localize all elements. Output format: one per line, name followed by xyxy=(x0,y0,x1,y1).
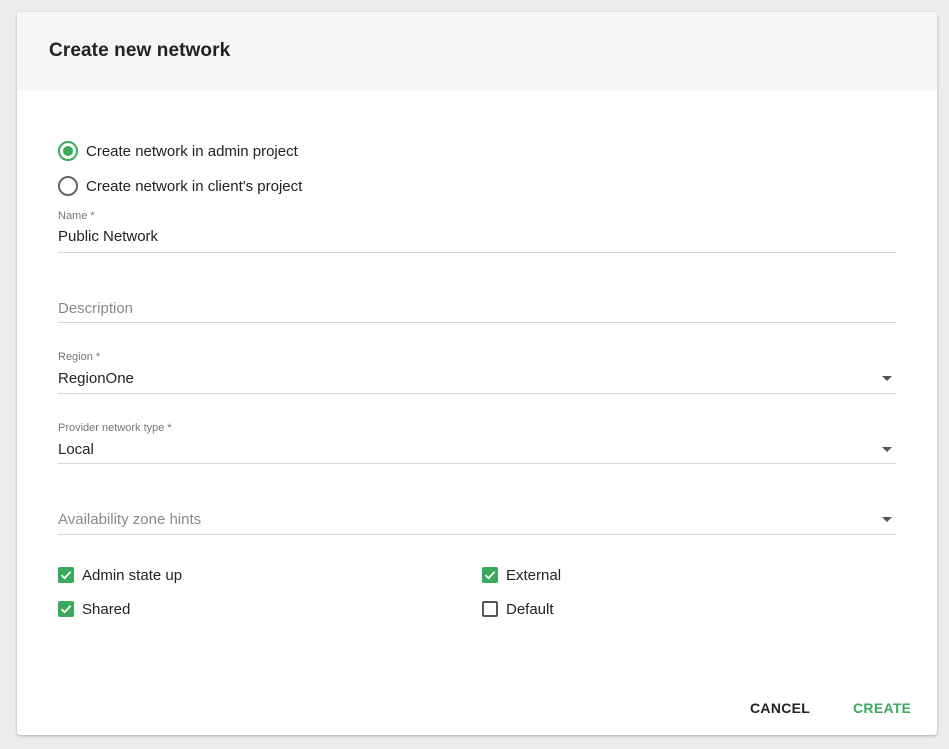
description-field[interactable]: Description xyxy=(58,292,896,323)
radio-client-project[interactable]: Create network in client's project xyxy=(58,175,302,197)
checkbox-default[interactable]: Default xyxy=(482,599,554,619)
checkmark-icon[interactable] xyxy=(58,567,74,583)
checkbox-external[interactable]: External xyxy=(482,565,561,585)
region-select[interactable]: Region * RegionOne xyxy=(58,349,896,394)
shared-label: Shared xyxy=(82,600,131,618)
radio-client-project-label: Create network in client's project xyxy=(86,177,303,195)
cancel-button[interactable]: CANCEL xyxy=(744,696,816,720)
checkbox-shared[interactable]: Shared xyxy=(58,599,130,619)
radio-dot xyxy=(63,146,73,156)
availability-zone-hints-select[interactable]: Availability zone hints xyxy=(58,503,896,535)
name-field-label: Name * xyxy=(58,210,95,222)
provider-network-type-select[interactable]: Provider network type * Local xyxy=(58,420,896,464)
provider-network-type-value[interactable]: Local xyxy=(58,441,858,458)
radio-admin-project[interactable]: Create network in admin project xyxy=(58,140,298,162)
name-input[interactable] xyxy=(58,228,858,245)
dialog-title: Create new network xyxy=(49,40,231,61)
caret-down-icon[interactable] xyxy=(882,447,892,452)
name-field[interactable]: Name * xyxy=(58,208,896,253)
region-field-label: Region * xyxy=(58,351,101,363)
dialog-header: Create new network xyxy=(17,12,937,90)
checkmark-icon[interactable] xyxy=(58,601,74,617)
radio-checked-icon[interactable] xyxy=(58,141,78,161)
availability-zone-hints-placeholder[interactable]: Availability zone hints xyxy=(58,511,201,528)
checkmark-icon[interactable] xyxy=(482,567,498,583)
create-button[interactable]: CREATE xyxy=(847,696,917,720)
caret-down-icon[interactable] xyxy=(882,517,892,522)
checkbox-admin-state-up[interactable]: Admin state up xyxy=(58,565,182,585)
provider-network-type-label: Provider network type * xyxy=(58,422,172,434)
region-value[interactable]: RegionOne xyxy=(58,370,858,387)
description-placeholder[interactable]: Description xyxy=(58,300,133,317)
create-network-dialog: Create new network Create network in adm… xyxy=(17,12,937,735)
caret-down-icon[interactable] xyxy=(882,376,892,381)
radio-admin-project-label: Create network in admin project xyxy=(86,142,298,160)
external-label: External xyxy=(506,566,562,584)
admin-state-up-label: Admin state up xyxy=(82,566,183,584)
radio-unchecked-icon[interactable] xyxy=(58,176,78,196)
default-label: Default xyxy=(506,600,554,618)
checkbox-unchecked-icon[interactable] xyxy=(482,601,498,617)
